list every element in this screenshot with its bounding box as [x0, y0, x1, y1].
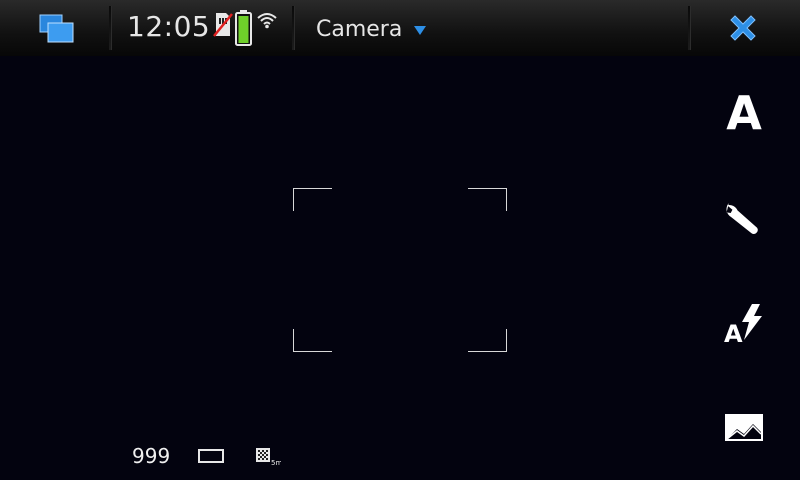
- task-switcher-button[interactable]: [38, 12, 78, 46]
- clock: 12:05: [127, 10, 211, 43]
- dropdown-arrow-icon: [414, 26, 427, 35]
- close-icon: [730, 15, 756, 41]
- close-button[interactable]: [726, 11, 760, 45]
- no-sim-icon: [213, 12, 233, 38]
- aspect-ratio-icon: [197, 448, 225, 464]
- shots-remaining: 999: [132, 444, 171, 468]
- wifi-icon: [257, 11, 277, 29]
- svg-text:A: A: [724, 320, 743, 346]
- flash-mode-button[interactable]: A: [722, 302, 766, 348]
- separator: [109, 6, 112, 50]
- gallery-icon: [725, 414, 763, 441]
- app-title: Camera: [316, 16, 403, 42]
- wrench-icon: [726, 203, 758, 234]
- flash-auto-icon: A: [724, 304, 762, 348]
- separator: [292, 6, 295, 50]
- battery-icon: [235, 10, 253, 46]
- settings-button[interactable]: [722, 196, 766, 240]
- gallery-button[interactable]: [723, 412, 765, 444]
- app-title-menu[interactable]: Camera: [316, 14, 427, 44]
- scene-mode-button[interactable]: A: [720, 88, 768, 138]
- svg-text:5m: 5m: [271, 459, 281, 467]
- scene-auto-icon: A: [726, 86, 762, 140]
- resolution-icon: 5m: [255, 447, 282, 467]
- focus-frame: [293, 188, 507, 352]
- task-switcher-icon: [39, 14, 74, 43]
- separator: [688, 6, 691, 50]
- status-bar: 12:05 Camera: [0, 0, 800, 56]
